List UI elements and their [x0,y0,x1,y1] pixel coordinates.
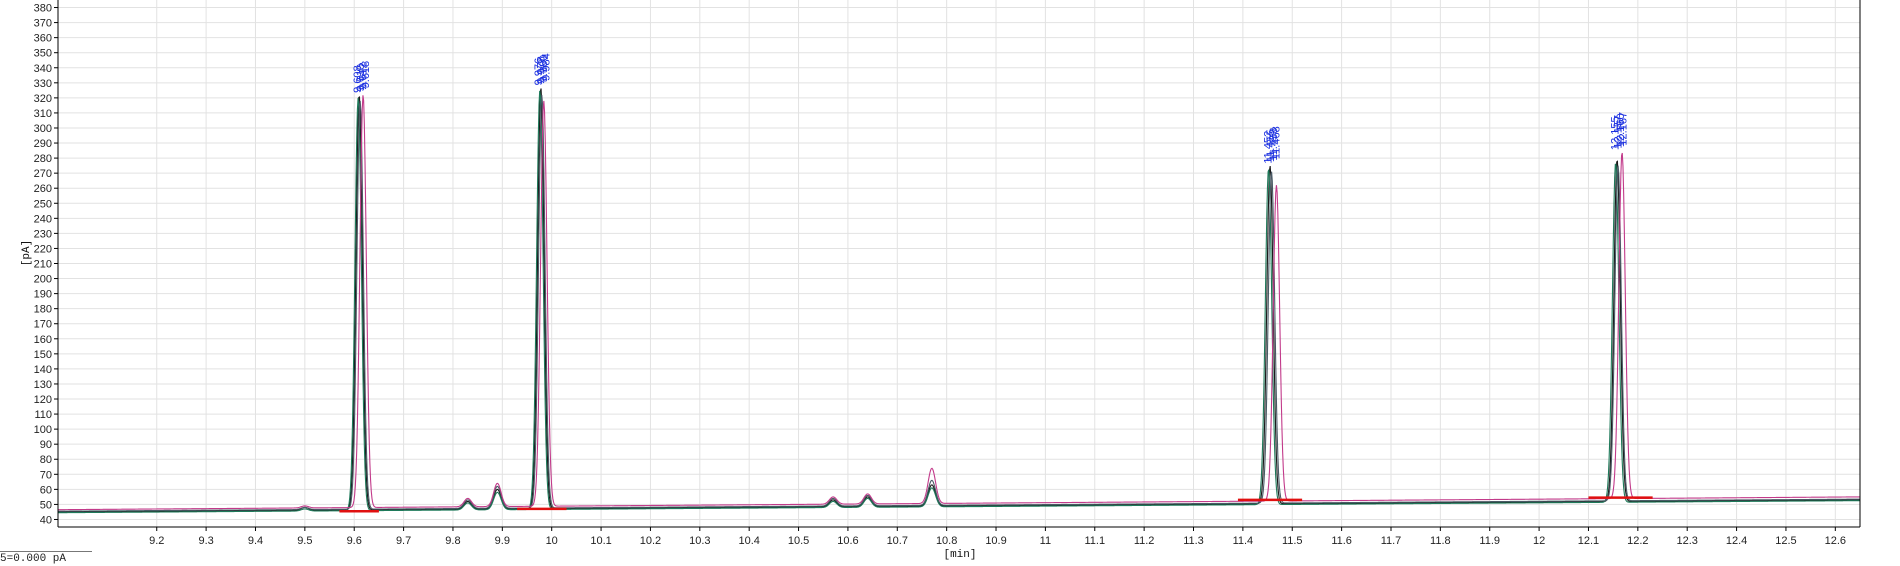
x-tick-label: 10.1 [590,535,611,547]
y-tick-label: 70 [40,469,52,481]
y-tick-label: 100 [34,424,52,436]
x-tick-label: 12.4 [1726,535,1747,547]
peak-rt-label: 12.167 [1617,112,1629,146]
x-tick-label: 9.6 [347,535,362,547]
x-tick-label: 12 [1533,535,1545,547]
status-readout: 5=0.000 pA [0,553,67,565]
y-tick-label: 300 [34,123,52,135]
x-tick-label: 12.6 [1825,535,1846,547]
x-tick-label: 9.9 [495,535,510,547]
x-tick-label: 12.1 [1578,535,1599,547]
x-tick-label: 11.5 [1282,535,1303,547]
series-line-2 [57,90,1860,514]
y-tick-label: 40 [40,514,52,526]
x-tick-label: 9.8 [445,535,460,547]
x-tick-label: 10.5 [788,535,809,547]
chromatogram-chart: [pA] [min] 9.6089.6109.6129.618 9.9769.97… [21,0,1861,561]
y-tick-label: 140 [34,364,52,376]
y-tick-label: 260 [34,183,52,195]
y-tick-label: 160 [34,334,52,346]
grid-lines [58,0,1860,527]
status-divider [0,551,92,552]
x-tick-label: 11.9 [1479,535,1500,547]
y-tick-label: 90 [40,439,52,451]
x-tick-label: 12.3 [1676,535,1697,547]
y-tick-label: 50 [40,499,52,511]
peak-rt-label: 9.618 [360,61,372,89]
x-tick-label: 11.4 [1233,535,1254,547]
x-tick-label: 12.2 [1627,535,1648,547]
y-tick-label: 280 [34,153,52,165]
x-tick-label: 11.6 [1331,535,1352,547]
y-tick-label: 320 [34,93,52,105]
y-tick-label: 360 [34,33,52,45]
x-tick-label: 10.6 [837,535,858,547]
x-tick-label: 12.5 [1775,535,1796,547]
x-tick-label: 9.5 [297,535,312,547]
x-tick-label: 9.7 [396,535,411,547]
y-tick-label: 80 [40,454,52,466]
y-tick-label: 240 [34,213,52,225]
y-tick-label: 150 [34,349,52,361]
y-tick-label: 110 [34,409,52,421]
x-tick-label: 10.3 [689,535,710,547]
x-axis-title: [min] [943,549,976,561]
x-tick-label: 10.2 [640,535,661,547]
x-tick-label: 11.3 [1183,535,1204,547]
x-tick-label: 11.7 [1381,535,1402,547]
x-tick-label: 9.3 [198,535,213,547]
x-tick-label: 10 [546,535,558,547]
y-tick-label: 350 [34,48,52,60]
x-tick-label: 11.8 [1430,535,1451,547]
y-tick-label: 180 [34,304,52,316]
peak-rt-label: 9.984 [541,53,553,81]
series-line-1 [58,88,1860,513]
y-tick-label: 310 [34,108,52,120]
x-tick-label: 11 [1040,535,1051,547]
y-tick-label: 210 [34,259,52,271]
y-tick-label: 230 [34,228,52,240]
y-tick-label: 330 [34,78,52,90]
y-tick-label: 250 [34,198,52,210]
y-tick-label: 200 [34,274,52,286]
y-tick-label: 60 [40,484,52,496]
y-tick-label: 270 [34,168,52,180]
series-line-3 [58,94,1861,512]
y-tick-label: 380 [34,3,52,15]
x-tick-label: 9.2 [149,535,164,547]
y-tick-label: 220 [34,243,52,255]
x-tick-label: 9.4 [248,535,263,547]
series-line-4 [58,95,1860,511]
x-tick-label: 11.1 [1084,535,1105,547]
y-tick-label: 190 [34,289,52,301]
x-tick-label: 10.7 [887,535,908,547]
y-tick-label: 340 [34,63,52,75]
x-tick-label: 10.4 [738,535,759,547]
x-tick-label: 11.2 [1134,535,1155,547]
x-tick-label: 10.8 [936,535,957,547]
y-tick-label: 120 [34,394,52,406]
x-tick-label: 10.9 [985,535,1006,547]
y-tick-label: 370 [34,18,52,30]
y-tick-label: 130 [34,379,52,391]
y-tick-label: 290 [34,138,52,150]
y-axis-title: [pA] [21,240,33,266]
peak-rt-label: 11.468 [1270,126,1282,159]
y-tick-label: 170 [34,319,52,331]
